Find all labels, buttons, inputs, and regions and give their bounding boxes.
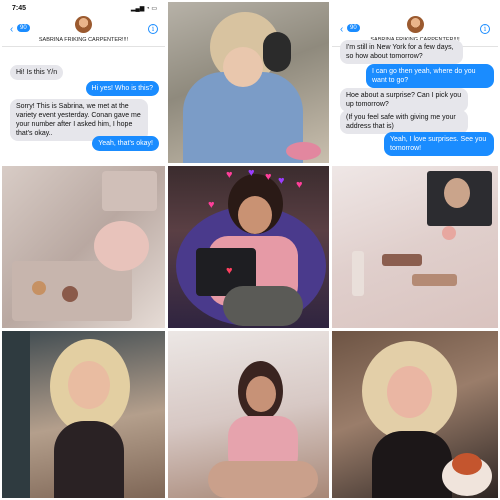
- header-divider: [2, 46, 165, 47]
- photo-hallway-laughing: [2, 331, 165, 498]
- heart-icon: ♥: [248, 167, 255, 179]
- message-bubble: I can go then yeah, where do you want to…: [366, 64, 494, 88]
- photo-collage-grid: 7:45 ▂▄▆ ◔ ▭ ‹ 90 i SABRINA FRIKING CARP…: [0, 0, 500, 500]
- chat-screenshot-2: ‹ 90 i SABRINA FRIKING CARPENTER!!!! I'm…: [332, 2, 498, 163]
- heart-icon: ♥: [208, 199, 215, 211]
- photo-headphones-sweater: [168, 2, 329, 163]
- chevron-left-icon[interactable]: ‹: [10, 24, 13, 35]
- message-bubble: Sorry! This is Sabrina, we met at the va…: [10, 99, 148, 141]
- photo-makeup-bed: [332, 166, 498, 328]
- contact-name: SABRINA FRIKING CARPENTER!!!!: [38, 37, 129, 43]
- message-bubble: Hi yes! Who is this?: [85, 81, 159, 96]
- status-time: 7:45: [12, 5, 27, 12]
- contact-avatar[interactable]: [407, 16, 424, 33]
- message-bubble: Yeah, I love surprises. See you tomorrow…: [384, 132, 494, 156]
- photo: [168, 2, 329, 163]
- unread-count-badge[interactable]: 90: [347, 24, 360, 32]
- info-icon[interactable]: i: [480, 24, 490, 34]
- message-bubble: I'm still in New York for a few days, so…: [340, 40, 463, 64]
- photo-dessert-restaurant: [332, 331, 498, 498]
- message-bubble: Hi! Is this Y/n: [10, 65, 64, 80]
- photo-laptop-hearts: ♥ ♥ ♥ ♥ ♥ ♥ ♥: [168, 166, 329, 328]
- message-bubble: Yeah, that's okay!: [92, 136, 159, 151]
- photo-makeup-drawers: [2, 166, 165, 328]
- chat-screenshot-1: 7:45 ▂▄▆ ◔ ▭ ‹ 90 i SABRINA FRIKING CARP…: [2, 2, 165, 163]
- photo: [332, 331, 498, 498]
- status-icons: ▂▄▆ ◔ ▭: [130, 6, 157, 12]
- photo: [2, 331, 165, 498]
- photo: [168, 166, 329, 328]
- photo: [168, 331, 329, 498]
- unread-count-badge[interactable]: 90: [17, 24, 30, 32]
- message-bubble: Hoe about a surprise? Can I pick you up …: [340, 88, 468, 112]
- info-icon[interactable]: i: [148, 24, 158, 34]
- chevron-left-icon[interactable]: ‹: [340, 24, 343, 35]
- heart-icon: ♥: [226, 169, 233, 181]
- message-bubble: (If you feel safe with giving me your ad…: [340, 110, 468, 134]
- heart-icon: ♥: [278, 175, 285, 187]
- photo: [2, 166, 165, 328]
- photo-sitting-floor: [168, 331, 329, 498]
- heart-icon: ♥: [226, 265, 233, 277]
- photo: [332, 166, 498, 328]
- heart-icon: ♥: [296, 179, 303, 191]
- heart-icon: ♥: [265, 171, 272, 183]
- contact-avatar[interactable]: [75, 16, 92, 33]
